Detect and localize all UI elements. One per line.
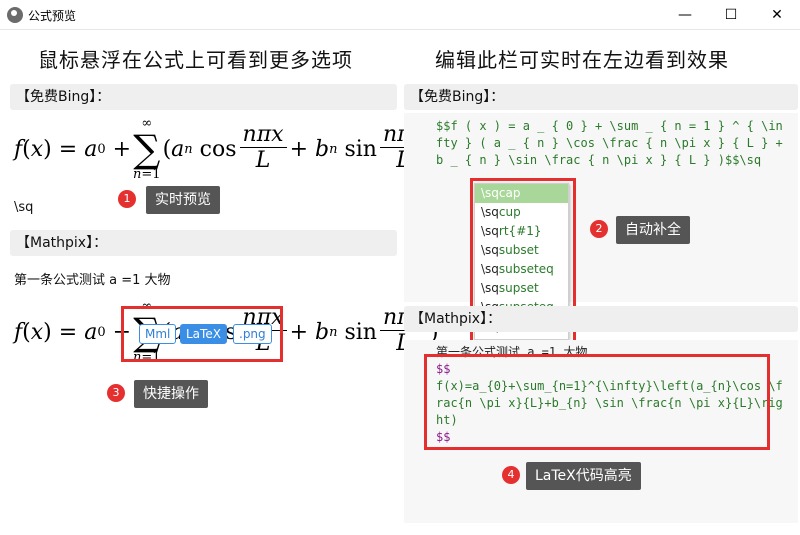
annotation-3-label: 快捷操作 — [134, 380, 208, 408]
annotation-3-badge: 3 — [107, 384, 125, 402]
maximize-button[interactable]: ☐ — [708, 0, 754, 30]
bing-latex-code: $$f ( x ) = a _ { 0 } + \sum _ { n = 1 }… — [436, 119, 791, 167]
right-panel-title: 编辑此栏可实时在左边看到效果 — [435, 48, 729, 72]
minimize-button[interactable]: — — [662, 0, 708, 30]
annotation-1-badge: 1 — [118, 190, 136, 208]
left-mathpix-header: 【Mathpix】： — [10, 230, 397, 256]
right-mathpix-header: 【Mathpix】： — [404, 306, 798, 332]
annotation-4-label: LaTeX代码高亮 — [526, 462, 641, 490]
annotation-2-badge: 2 — [590, 220, 608, 238]
bing-formula-preview[interactable]: f(x) = a0 + ∞ ∑ n=1 (a n cos nπx L + bn sin … — [14, 113, 439, 185]
right-bing-header: 【免费Bing】： — [404, 84, 798, 110]
left-panel-title: 鼠标悬浮在公式上可看到更多选项 — [38, 48, 353, 72]
left-bing-header: 【免费Bing】： — [10, 84, 397, 110]
code-highlight-box — [424, 354, 770, 450]
sq-preview-text: \sq — [14, 200, 34, 215]
bing-latex-editor[interactable]: $$f ( x ) = a _ { 0 } + \sum _ { n = 1 }… — [404, 113, 798, 302]
annotation-4-badge: 4 — [502, 466, 520, 484]
close-button[interactable]: ✕ — [754, 0, 800, 30]
title-bar: 公式预览 — ☐ ✕ — [0, 0, 800, 30]
window-title: 公式预览 — [28, 9, 77, 23]
mathpix-test-line: 第一条公式测试 a =1 大物 — [14, 273, 171, 288]
quick-actions-highlight-box — [121, 306, 283, 362]
annotation-1-label: 实时预览 — [146, 186, 220, 214]
annotation-2-label: 自动补全 — [616, 216, 690, 244]
app-icon — [7, 7, 23, 23]
